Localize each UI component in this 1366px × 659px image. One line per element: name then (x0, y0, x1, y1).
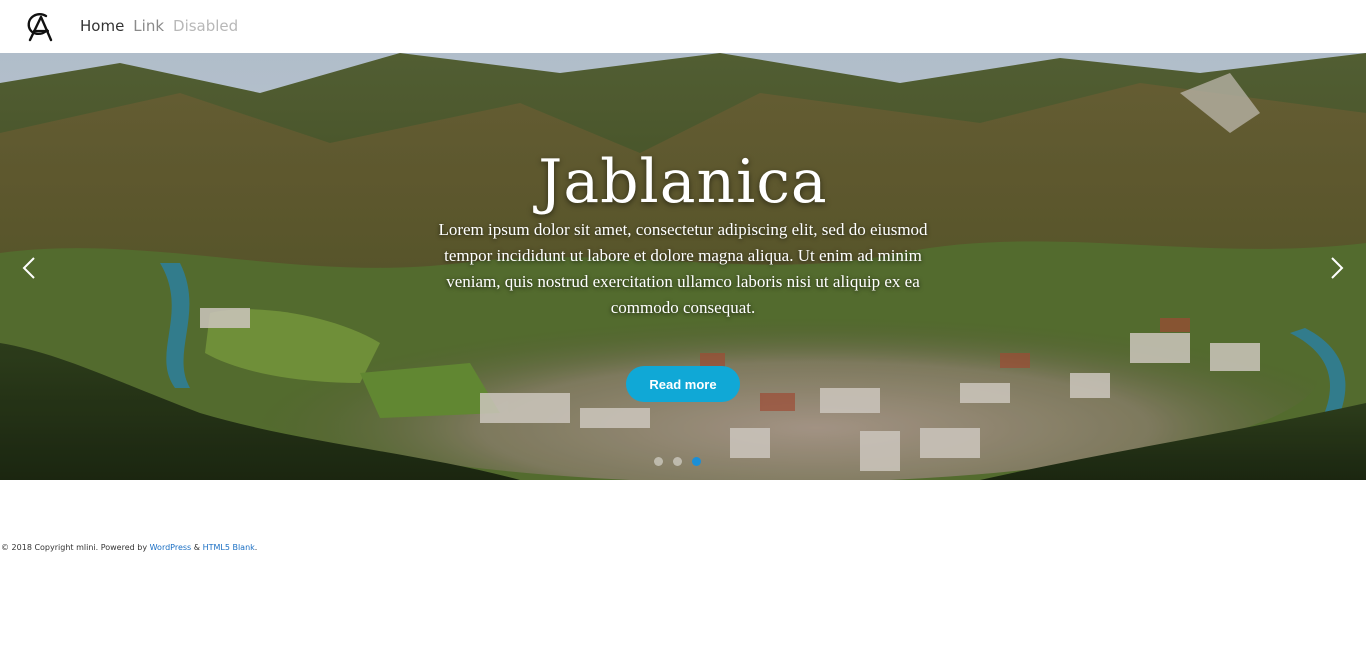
nav-link-link[interactable]: Link (133, 16, 164, 36)
top-navbar: Home Link Disabled (0, 0, 1366, 53)
brand-logo-icon[interactable] (24, 9, 56, 43)
nav-link-home[interactable]: Home (80, 16, 124, 36)
hero-drop-shadow (0, 480, 1366, 538)
footer-period: . (254, 543, 258, 552)
nav-link-disabled: Disabled (173, 17, 239, 35)
hero-carousel: Jablanica Lorem ipsum dolor sit amet, co… (0, 53, 1366, 480)
hero-title: Jablanica (538, 147, 828, 217)
footer-link-wordpress[interactable]: WordPress (150, 543, 192, 552)
nav-menu: Home Link Disabled (80, 16, 238, 36)
chevron-left-icon[interactable] (14, 248, 44, 288)
carousel-indicator-2[interactable] (673, 457, 682, 466)
footer-text: © 2018 Copyright mlini. Powered by (1, 543, 150, 552)
chevron-right-icon[interactable] (1322, 248, 1352, 288)
footer-link-html5-blank[interactable]: HTML5 Blank (203, 543, 255, 552)
carousel-indicator-3[interactable] (692, 457, 701, 466)
hero-description: Lorem ipsum dolor sit amet, consectetur … (438, 220, 928, 317)
carousel-indicator-1[interactable] (654, 457, 663, 466)
read-more-button[interactable]: Read more (626, 366, 740, 402)
carousel-indicators (654, 457, 701, 466)
footer-copyright: © 2018 Copyright mlini. Powered by WordP… (1, 542, 257, 554)
footer-separator: & (191, 543, 203, 552)
